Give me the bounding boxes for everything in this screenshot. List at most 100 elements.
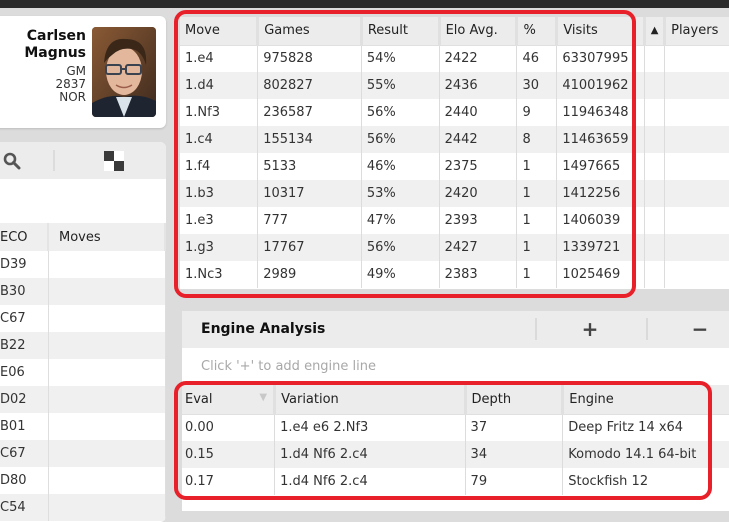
move-cell: 1.f4 <box>180 153 259 180</box>
table-row[interactable]: 1.Nc3 2989 49% 2383 1 1025469 <box>180 261 729 288</box>
table-row[interactable]: C67 <box>0 305 166 332</box>
result-cell: 47% <box>361 207 440 234</box>
move-cell: 1.Nf3 <box>180 99 259 126</box>
search-button[interactable] <box>0 142 24 179</box>
eco-cell: D80 <box>0 467 49 494</box>
visits-cell: 63307995 <box>556 45 646 72</box>
sort-ascending-icon[interactable]: ▲ <box>644 17 667 46</box>
table-row[interactable]: 0.17 1.d4 Nf6 2.c4 79 Stockfish 12 <box>182 468 729 495</box>
player-photo <box>92 27 156 117</box>
depth-cell: 79 <box>465 468 564 495</box>
percent-cell: 1 <box>516 261 558 288</box>
table-row[interactable]: D02 <box>0 386 166 413</box>
games-cell: 236587 <box>257 99 362 126</box>
table-row[interactable]: 1.d4 802827 55% 2436 30 41001962 <box>180 72 729 99</box>
elo-cell: 2383 <box>439 261 518 288</box>
result-cell: 56% <box>361 126 440 153</box>
player-surname: Carlsen <box>26 28 86 44</box>
column-header-elo-avg[interactable]: Elo Avg. <box>439 17 519 46</box>
move-cell: 1.g3 <box>180 234 259 261</box>
result-cell: 55% <box>361 72 440 99</box>
column-header-players[interactable]: Players <box>664 17 729 46</box>
move-cell: 1.d4 <box>180 72 259 99</box>
search-icon <box>3 152 21 169</box>
eco-cell: B22 <box>0 332 49 359</box>
eval-cell: 0.00 <box>182 414 276 441</box>
table-row[interactable]: 1.e4 975828 54% 2422 46 63307995 <box>180 45 729 72</box>
eval-cell: 0.15 <box>182 441 276 468</box>
visits-cell: 1025469 <box>556 261 646 288</box>
players-cell <box>664 180 729 207</box>
engine-cell: Komodo 14.1 64-bit <box>562 441 729 468</box>
percent-cell: 1 <box>516 180 558 207</box>
table-row[interactable]: 1.Nf3 236587 56% 2440 9 11946348 <box>180 99 729 126</box>
player-card: Carlsen Magnus GM 2837 NOR <box>0 16 166 128</box>
table-row[interactable]: 1.f4 5133 46% 2375 1 1497665 <box>180 153 729 180</box>
column-header-result[interactable]: Result <box>361 17 441 46</box>
eco-cell: C67 <box>0 440 49 467</box>
players-cell <box>664 234 729 261</box>
games-cell: 155134 <box>257 126 362 153</box>
table-row[interactable]: C67 <box>0 440 166 467</box>
column-header-depth[interactable]: Depth <box>465 385 565 415</box>
games-toolbar <box>0 142 166 179</box>
percent-cell: 46 <box>516 45 558 72</box>
visits-cell: 11463659 <box>556 126 646 153</box>
table-row[interactable]: 1.g3 17767 56% 2427 1 1339721 <box>180 234 729 261</box>
column-header-variation[interactable]: Variation <box>274 385 467 415</box>
table-row[interactable]: 1.e3 777 47% 2393 1 1406039 <box>180 207 729 234</box>
column-header-visits[interactable]: Visits <box>556 17 647 46</box>
games-cell: 975828 <box>257 45 362 72</box>
column-header-eval[interactable]: Eval ▼ <box>182 385 277 415</box>
table-row[interactable]: C54 <box>0 494 166 521</box>
games-filter-area <box>0 179 166 223</box>
table-row[interactable]: B30 <box>0 278 166 305</box>
eco-cell: E06 <box>0 359 49 386</box>
table-row[interactable]: E06 <box>0 359 166 386</box>
header-divider <box>535 318 537 340</box>
column-header-percent[interactable]: % <box>516 17 559 46</box>
visits-cell: 1497665 <box>556 153 646 180</box>
table-row[interactable]: 0.15 1.d4 Nf6 2.c4 34 Komodo 14.1 64-bit <box>182 441 729 468</box>
board-button[interactable] <box>102 142 126 179</box>
result-cell: 49% <box>361 261 440 288</box>
empty-cell <box>644 72 666 99</box>
percent-cell: 1 <box>516 207 558 234</box>
column-header-engine[interactable]: Engine <box>562 385 729 415</box>
table-row[interactable]: 1.c4 155134 56% 2442 8 11463659 <box>180 126 729 153</box>
percent-cell: 9 <box>516 99 558 126</box>
table-row[interactable]: D39 <box>0 251 166 278</box>
move-cell: 1.Nc3 <box>180 261 259 288</box>
elo-cell: 2436 <box>439 72 518 99</box>
players-cell <box>664 153 729 180</box>
table-row[interactable]: B22 <box>0 332 166 359</box>
games-cell: 5133 <box>257 153 362 180</box>
table-row[interactable]: D80 <box>0 467 166 494</box>
elo-cell: 2422 <box>439 45 518 72</box>
column-header-eco[interactable]: ECO <box>0 223 49 251</box>
eco-cell: B30 <box>0 278 49 305</box>
engine-hint-text: Click '+' to add engine line <box>201 359 376 374</box>
games-cell: 777 <box>257 207 362 234</box>
table-row[interactable]: 0.00 1.e4 e6 2.Nf3 37 Deep Fritz 14 x64 <box>182 414 729 441</box>
remove-engine-line-button[interactable]: − <box>688 311 712 348</box>
empty-cell <box>644 207 666 234</box>
games-cell: 802827 <box>257 72 362 99</box>
eco-cell: C67 <box>0 305 49 332</box>
eco-cell: D39 <box>0 251 49 278</box>
table-row[interactable]: 1.b3 10317 53% 2420 1 1412256 <box>180 180 729 207</box>
column-header-move[interactable]: Move <box>180 17 260 46</box>
engine-cell: Stockfish 12 <box>562 468 729 495</box>
elo-cell: 2420 <box>439 180 518 207</box>
column-header-games[interactable]: Games <box>257 17 363 46</box>
elo-cell: 2427 <box>439 234 518 261</box>
games-cell: 17767 <box>257 234 362 261</box>
add-engine-line-button[interactable]: + <box>578 311 602 348</box>
sort-descending-icon: ▼ <box>259 391 268 403</box>
visits-cell: 1406039 <box>556 207 646 234</box>
table-row[interactable]: B01 <box>0 413 166 440</box>
moves-cell <box>48 467 166 494</box>
column-header-moves[interactable]: Moves <box>48 223 166 251</box>
moves-cell <box>48 305 166 332</box>
eco-cell: B01 <box>0 413 49 440</box>
